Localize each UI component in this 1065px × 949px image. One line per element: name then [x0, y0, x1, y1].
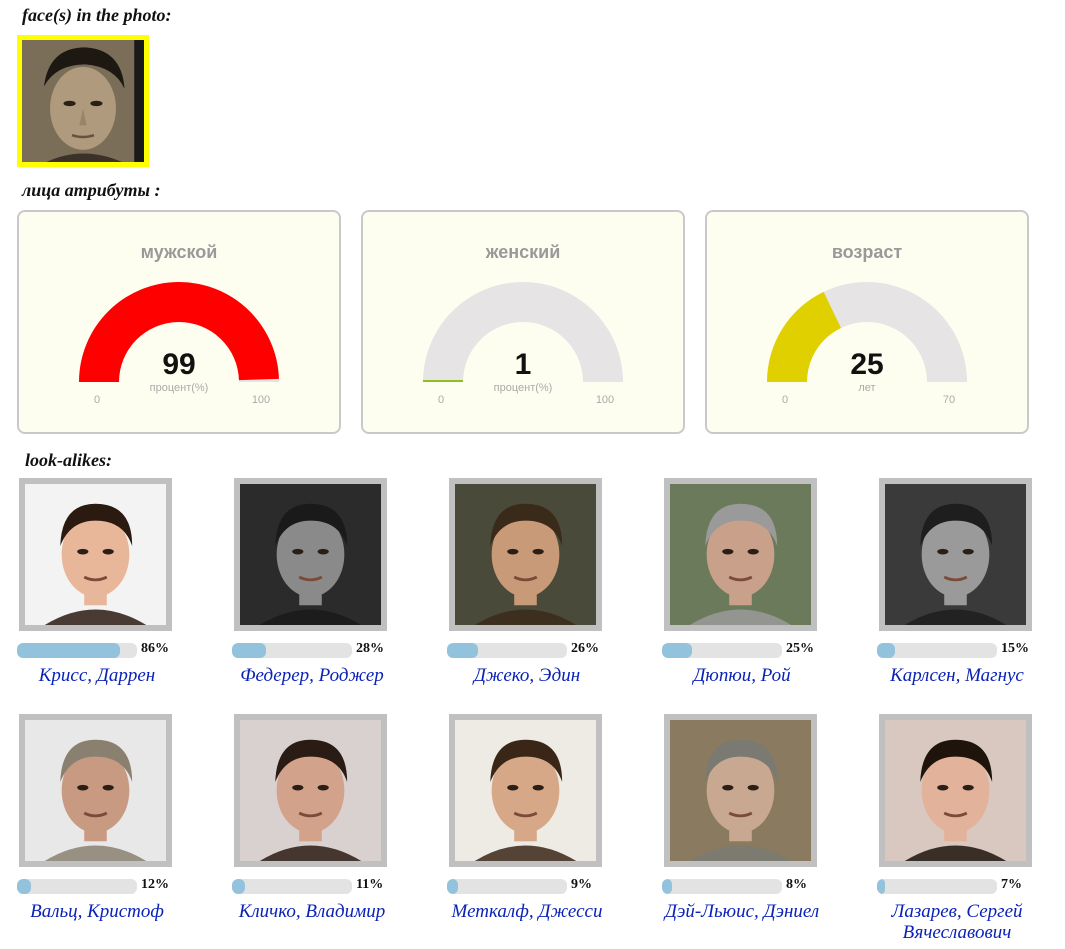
similarity-bar-fill: [662, 643, 692, 658]
lookalike-photo[interactable]: [449, 714, 602, 867]
gauge-value: 1: [514, 348, 532, 381]
lookalike-name-link[interactable]: Карлсен, Магнус: [867, 665, 1047, 686]
lookalike-name-link[interactable]: Дюпюи, Рой: [652, 665, 832, 686]
gauge-min: 0: [93, 394, 101, 406]
similarity-bar: [877, 879, 997, 894]
similarity-percent: 12%: [141, 877, 169, 892]
lookalike-photo[interactable]: [234, 478, 387, 631]
gauge-max: 100: [595, 394, 615, 406]
gauge-dial-female: [423, 282, 623, 382]
lookalike-photo[interactable]: [664, 714, 817, 867]
similarity-percent: 9%: [571, 877, 592, 892]
gauge-min: 0: [781, 394, 789, 406]
similarity-bar: [17, 643, 137, 658]
detected-face-thumbnail[interactable]: [17, 35, 149, 167]
similarity-bar-fill: [17, 879, 32, 894]
lookalike-name-link[interactable]: Крисс, Даррен: [7, 665, 187, 686]
lookalike-name-link[interactable]: Лазарев, Сергей Вячеславович: [867, 901, 1047, 943]
similarity-percent: 86%: [141, 641, 169, 656]
lookalike-name-link[interactable]: Дэй-Льюис, Дэниел: [652, 901, 832, 922]
similarity-bar: [447, 879, 567, 894]
attributes-heading: лица атрибуты :: [22, 180, 161, 200]
lookalike-photo[interactable]: [234, 714, 387, 867]
lookalike-name-link[interactable]: Кличко, Владимир: [222, 901, 402, 922]
similarity-percent: 28%: [356, 641, 384, 656]
faces-heading: face(s) in the photo:: [22, 5, 172, 25]
gauge-unit: процент(%): [149, 382, 209, 394]
similarity-bar-fill: [877, 643, 895, 658]
lookalike-name-link[interactable]: Меткалф, Джесси: [437, 901, 617, 922]
similarity-bar: [232, 879, 352, 894]
gauge-dial-age: [767, 282, 967, 382]
lookalike-photo[interactable]: [449, 478, 602, 631]
similarity-percent: 26%: [571, 641, 599, 656]
similarity-bar: [232, 643, 352, 658]
similarity-bar-fill: [17, 643, 121, 658]
similarity-percent: 15%: [1001, 641, 1029, 656]
gauge-min: 0: [437, 394, 445, 406]
gauge-card-female: женский 1 процент(%) 0 100: [361, 210, 685, 434]
gauge-value: 25: [850, 348, 884, 381]
gauge-unit: процент(%): [493, 382, 553, 394]
gauge-dial-male: [79, 282, 279, 382]
similarity-percent: 11%: [356, 877, 384, 892]
lookalikes-heading: look-alikes:: [25, 450, 112, 470]
gauge-max: 70: [942, 394, 956, 406]
similarity-percent: 8%: [786, 877, 807, 892]
lookalike-photo[interactable]: [879, 714, 1032, 867]
gauge-card-age: возраст 25 лет 0 70: [705, 210, 1029, 434]
lookalike-name-link[interactable]: Джеко, Эдин: [437, 665, 617, 686]
lookalike-name-link[interactable]: Вальц, Кристоф: [7, 901, 187, 922]
similarity-bar-fill: [447, 643, 479, 658]
lookalike-photo[interactable]: [879, 478, 1032, 631]
similarity-bar: [662, 879, 782, 894]
similarity-bar-fill: [232, 879, 246, 894]
lookalike-name-link[interactable]: Федерер, Роджер: [222, 665, 402, 686]
lookalike-photo[interactable]: [664, 478, 817, 631]
similarity-percent: 25%: [786, 641, 814, 656]
lookalike-photo[interactable]: [19, 478, 172, 631]
similarity-bar: [877, 643, 997, 658]
similarity-bar: [662, 643, 782, 658]
similarity-bar-fill: [877, 879, 886, 894]
gauge-max: 100: [251, 394, 271, 406]
lookalike-photo[interactable]: [19, 714, 172, 867]
similarity-bar-fill: [232, 643, 266, 658]
similarity-percent: 7%: [1001, 877, 1022, 892]
similarity-bar-fill: [447, 879, 458, 894]
gauge-value: 99: [162, 348, 196, 381]
gauge-card-male: мужской 99 процент(%) 0 100: [17, 210, 341, 434]
gauge-unit: лет: [858, 382, 876, 394]
detected-face-photo: [22, 40, 144, 162]
similarity-bar: [447, 643, 567, 658]
similarity-bar-fill: [662, 879, 672, 894]
similarity-bar: [17, 879, 137, 894]
